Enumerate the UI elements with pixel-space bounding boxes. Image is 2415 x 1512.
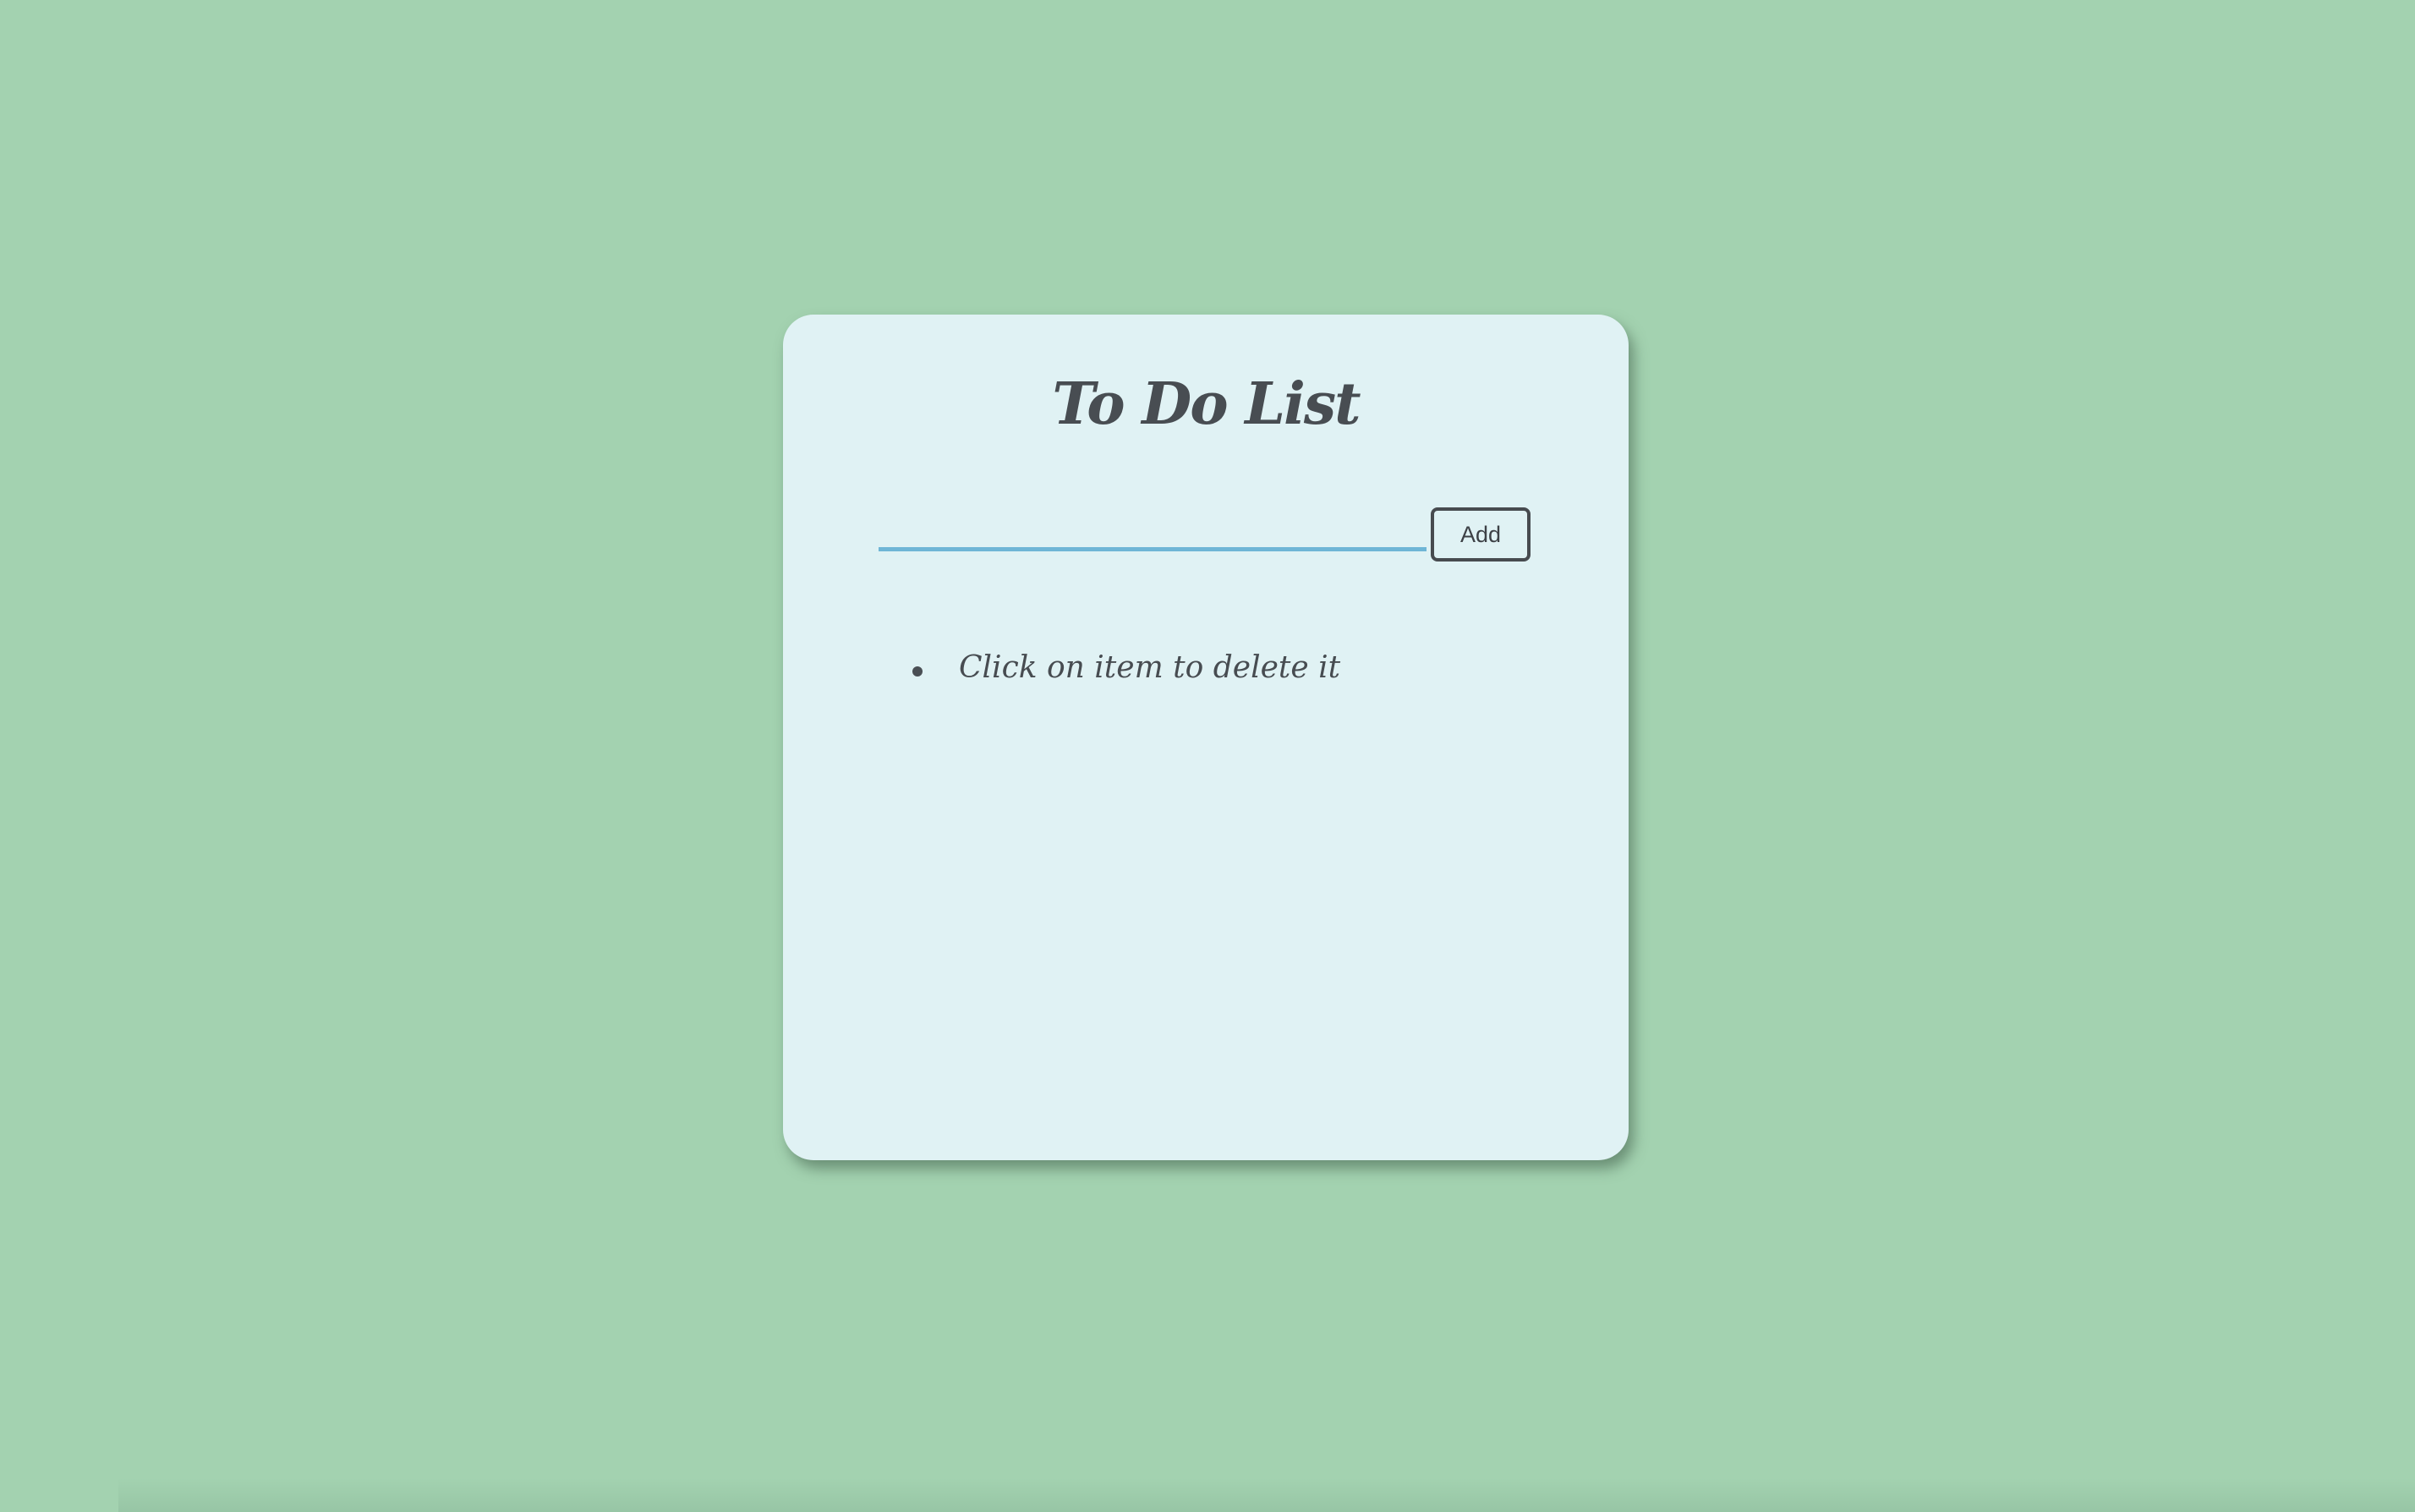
- add-button[interactable]: Add: [1431, 507, 1531, 562]
- new-task-input[interactable]: [879, 501, 1427, 551]
- list-item-label: Click on item to delete it: [959, 650, 1341, 685]
- page-title: To Do List: [1052, 370, 1361, 438]
- todo-card: To Do List Add Click on item to delete i…: [783, 315, 1629, 1160]
- bottom-shadow: [118, 1478, 2415, 1512]
- todo-list: Click on item to delete it: [783, 653, 1340, 683]
- bullet-icon: [912, 666, 923, 677]
- list-item[interactable]: Click on item to delete it: [783, 653, 1340, 683]
